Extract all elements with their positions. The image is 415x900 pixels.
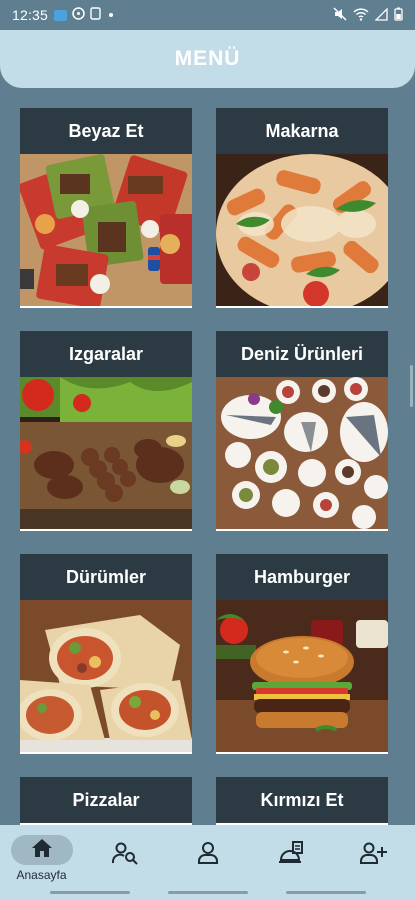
category-title: Beyaz Et bbox=[20, 108, 192, 154]
page-title: MENÜ bbox=[174, 47, 241, 70]
nav-item-orders[interactable] bbox=[256, 825, 326, 885]
category-card-hamburger[interactable]: Hamburger bbox=[216, 554, 388, 754]
home-icon bbox=[30, 837, 54, 864]
category-card-makarna[interactable]: Makarna bbox=[216, 108, 388, 308]
nav-item-user-search[interactable] bbox=[90, 825, 160, 885]
category-title: Kırmızı Et bbox=[216, 777, 388, 823]
category-title: Hamburger bbox=[216, 554, 388, 600]
category-image-beyaz-et bbox=[20, 154, 192, 306]
system-gesture-bar bbox=[0, 885, 415, 900]
status-bar: 12:35 bbox=[0, 0, 415, 30]
gesture-home-handle[interactable] bbox=[168, 891, 248, 894]
app-header: MENÜ bbox=[0, 30, 415, 88]
system-status-icons bbox=[333, 6, 403, 24]
category-title: Pizzalar bbox=[20, 777, 192, 823]
mute-icon bbox=[333, 7, 347, 24]
category-title: Deniz Ürünleri bbox=[216, 331, 388, 377]
nav-item-add-user[interactable] bbox=[339, 825, 409, 885]
add-user-icon bbox=[359, 841, 388, 870]
gesture-back-handle[interactable] bbox=[286, 891, 366, 894]
battery-icon bbox=[394, 7, 403, 24]
category-title: Dürümler bbox=[20, 554, 192, 600]
nav-item-profile[interactable] bbox=[173, 825, 243, 885]
nav-item-home[interactable]: Anasayfa bbox=[7, 825, 77, 885]
whatsapp-icon bbox=[72, 6, 85, 24]
category-card-durumler[interactable]: Dürümler bbox=[20, 554, 192, 754]
scrollbar-thumb[interactable] bbox=[410, 365, 413, 407]
user-icon bbox=[197, 841, 219, 870]
category-image-durumler bbox=[20, 600, 192, 752]
category-image-deniz-urunleri bbox=[216, 377, 388, 529]
bottom-navigation: Anasayfa bbox=[0, 825, 415, 885]
user-search-icon bbox=[111, 841, 138, 870]
status-time: 12:35 bbox=[12, 7, 49, 23]
gesture-recents-handle[interactable] bbox=[50, 891, 130, 894]
more-notifications-dot bbox=[109, 13, 114, 17]
category-image-izgaralar bbox=[20, 377, 192, 529]
signal-icon bbox=[374, 6, 388, 24]
category-title: Makarna bbox=[216, 108, 388, 154]
nav-label-home: Anasayfa bbox=[16, 868, 67, 882]
active-indicator bbox=[10, 835, 73, 865]
order-icon bbox=[278, 840, 304, 871]
category-image-hamburger bbox=[216, 600, 388, 752]
category-card-deniz-urunleri[interactable]: Deniz Ürünleri bbox=[216, 331, 388, 531]
category-title: Izgaralar bbox=[20, 331, 192, 377]
notification-app-icon bbox=[54, 9, 68, 21]
category-card-beyaz-et[interactable]: Beyaz Et bbox=[20, 108, 192, 308]
category-image-makarna bbox=[216, 154, 388, 306]
clipboard-icon bbox=[90, 6, 101, 24]
category-card-izgaralar[interactable]: Izgaralar bbox=[20, 331, 192, 531]
wifi-icon bbox=[353, 7, 369, 24]
